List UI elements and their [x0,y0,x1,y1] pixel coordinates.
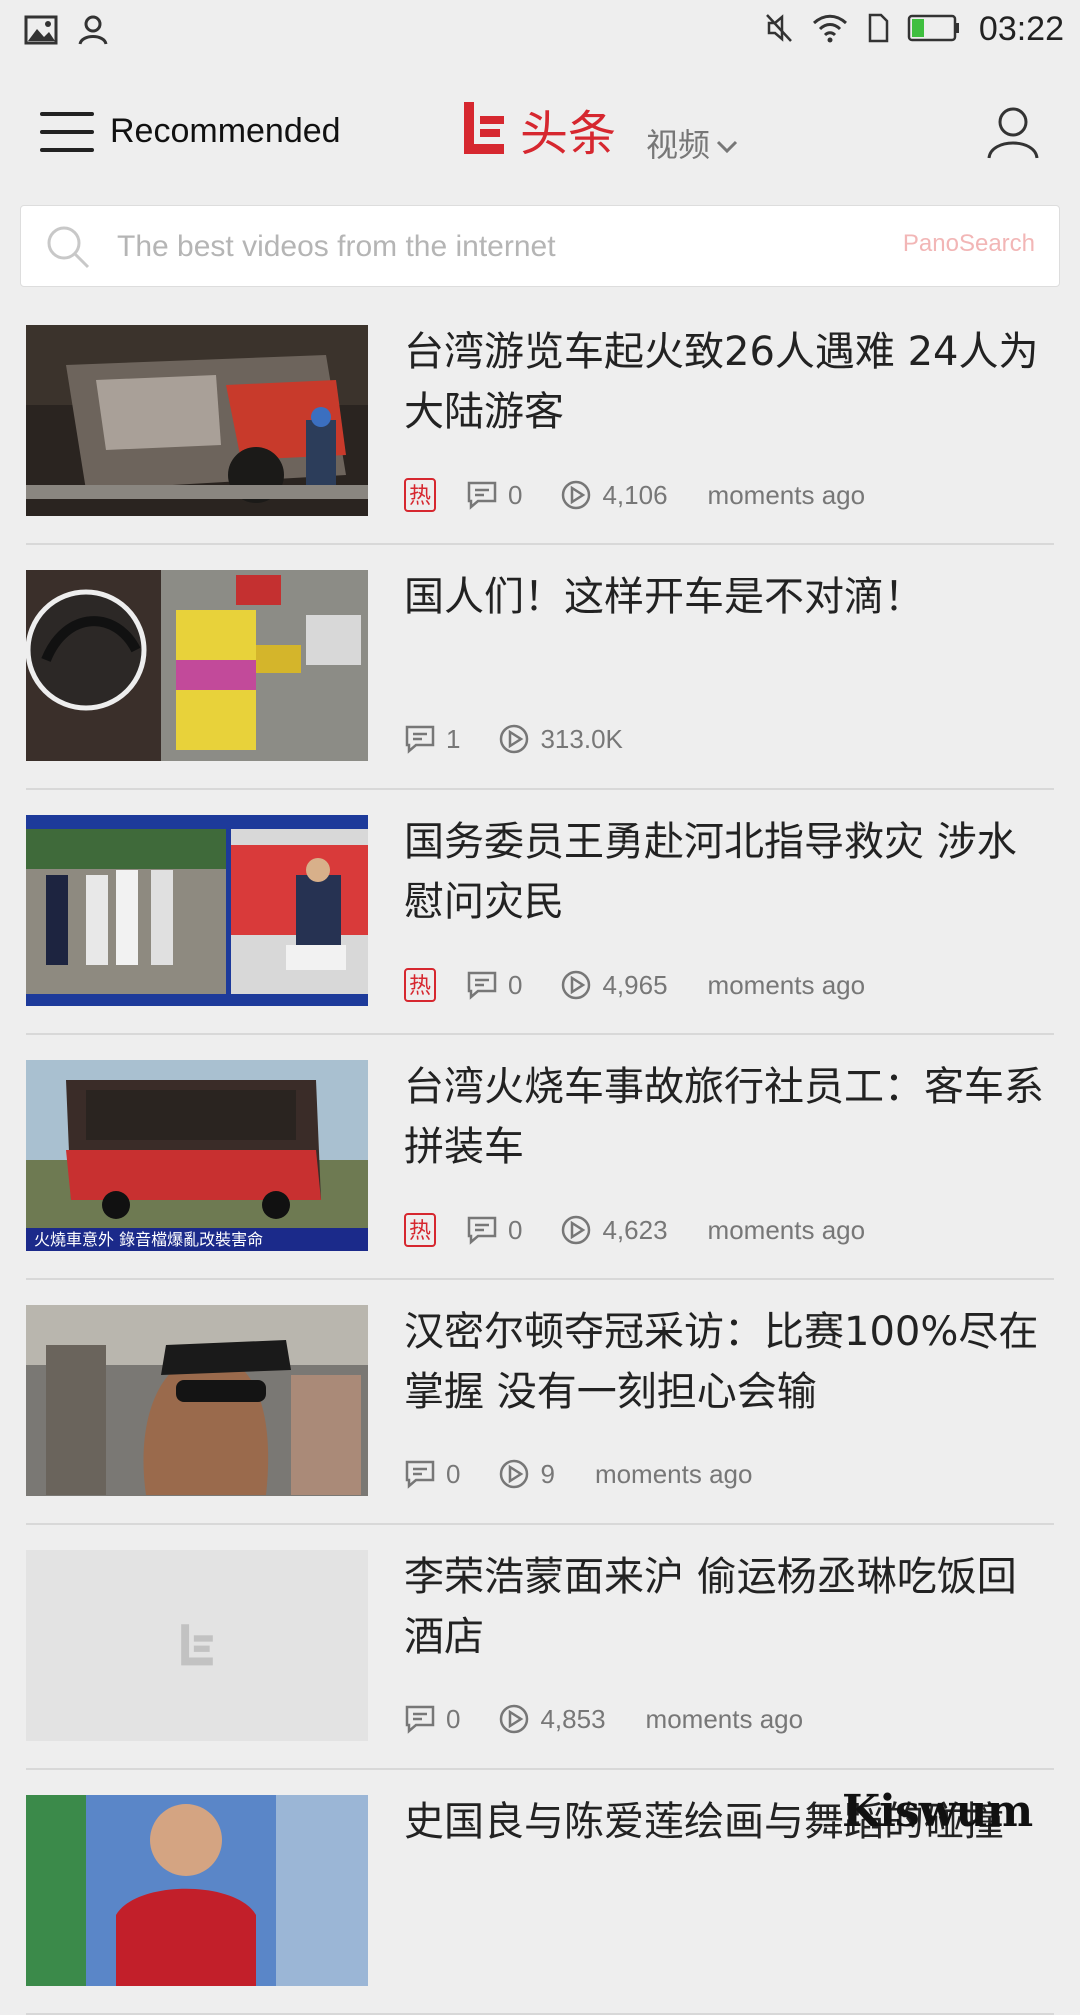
video-meta: 热 0 4,623 moments ago [404,1213,865,1247]
view-count: 4,623 [602,1214,668,1245]
status-bar: 03:22 [0,0,1080,64]
video-meta: 热 0 4,965 moments ago [404,968,865,1002]
view-count: 9 [540,1458,555,1489]
comment-icon [404,724,436,754]
play-icon [560,479,592,511]
menu-button[interactable] [40,112,94,156]
video-title[interactable]: 国务委员王勇赴河北指导救灾 涉水慰问灾民 [404,812,1054,932]
comment-count: 0 [508,1214,523,1245]
battery-icon [907,13,961,47]
brand-text: 头条 [520,106,617,162]
publish-time: moments ago [707,479,866,510]
video-title[interactable]: 国人们！这样开车是不对滴！ [404,567,1054,627]
search-input[interactable] [115,206,879,288]
video-thumbnail[interactable] [26,1305,368,1496]
list-item[interactable]: 国人们！这样开车是不对滴！ 1 313.0K [0,545,1080,790]
wifi-icon [811,13,849,47]
publish-time: moments ago [645,1703,804,1734]
user-icon [985,107,1041,164]
video-meta: 1 313.0K [404,723,661,755]
video-thumbnail-placeholder[interactable] [26,1550,368,1741]
search-bar[interactable]: PanoSearch [20,205,1060,288]
comment-icon [466,970,498,1000]
play-icon [498,723,530,755]
comment-count: 0 [446,1703,461,1734]
comment-icon [404,1704,436,1734]
video-title[interactable]: 台湾游览车起火致26人遇难 24人为大陆游客 [404,322,1054,442]
video-meta: 热 0 4,106 moments ago [404,478,865,512]
search-provider-label: PanoSearch [902,230,1035,257]
image-icon [24,15,58,49]
le-logo-icon [460,98,508,160]
mute-icon [765,13,793,47]
video-meta: 0 9 moments ago [404,1458,752,1490]
play-icon [560,969,592,1001]
hot-badge: 热 [404,478,436,512]
video-tab-dropdown[interactable]: 视频 [646,120,738,166]
view-count: 313.0K [540,723,623,754]
play-icon [498,1458,530,1490]
publish-time: moments ago [707,1214,866,1245]
sim-icon [867,13,889,47]
comment-count: 0 [508,969,523,1000]
view-count: 4,853 [540,1703,606,1734]
status-time: 03:22 [978,10,1064,48]
video-meta: 0 4,853 moments ago [404,1703,803,1735]
hot-badge: 热 [404,1213,436,1247]
list-item[interactable]: 李荣浩蒙面来沪 偷运杨丞琳吃饭回酒店 0 4,853 moments ago [0,1525,1080,1770]
comment-count: 1 [446,723,461,754]
list-item[interactable]: 台湾游览车起火致26人遇难 24人为大陆游客 热 0 4,106 moments… [0,300,1080,545]
video-thumbnail[interactable] [26,570,368,761]
comment-count: 0 [508,479,523,510]
comment-count: 0 [446,1458,461,1489]
hot-badge: 热 [404,968,436,1002]
list-item[interactable]: 汉密尔顿夺冠采访：比赛100%尽在掌握 没有一刻担心会输 0 9 moments… [0,1280,1080,1525]
publish-time: moments ago [594,1458,753,1489]
thumbnail-caption: 火燒車意外 錄音檔爆亂改裝害命 [34,1230,263,1249]
video-thumbnail[interactable]: 火燒車意外 錄音檔爆亂改裝害命 [26,1060,368,1251]
view-count: 4,965 [602,969,668,1000]
le-logo-placeholder-icon [178,1620,216,1672]
list-item[interactable]: 国务委员王勇赴河北指导救灾 涉水慰问灾民 热 0 4,965 moments a… [0,790,1080,1035]
list-item[interactable]: 火燒車意外 錄音檔爆亂改裝害命 台湾火烧车事故旅行社员工：客车系拼装车 热 0 … [0,1035,1080,1280]
video-thumbnail[interactable] [26,815,368,1006]
video-feed: 台湾游览车起火致26人遇难 24人为大陆游客 热 0 4,106 moments… [0,300,1080,2015]
video-tab-label: 视频 [646,126,711,164]
publish-time: moments ago [707,969,866,1000]
app-header: Recommended 头条 视频 [0,64,1080,204]
video-title[interactable]: 台湾火烧车事故旅行社员工：客车系拼装车 [404,1057,1054,1177]
chevron-down-icon [716,124,738,162]
comment-icon [466,1215,498,1245]
watermark: Kiswum [842,1786,1033,1837]
comment-icon [404,1459,436,1489]
play-icon [498,1703,530,1735]
profile-button[interactable] [985,104,1045,164]
video-title[interactable]: 李荣浩蒙面来沪 偷运杨丞琳吃饭回酒店 [404,1547,1054,1667]
page-title: Recommended [110,112,341,150]
brand-logo: 头条 [460,94,616,164]
view-count: 4,106 [602,479,668,510]
play-icon [560,1214,592,1246]
search-icon [45,224,91,274]
person-icon [78,14,108,50]
comment-icon [466,480,498,510]
video-thumbnail[interactable] [26,325,368,516]
video-thumbnail[interactable] [26,1795,368,1986]
video-title[interactable]: 汉密尔顿夺冠采访：比赛100%尽在掌握 没有一刻担心会输 [404,1302,1054,1422]
